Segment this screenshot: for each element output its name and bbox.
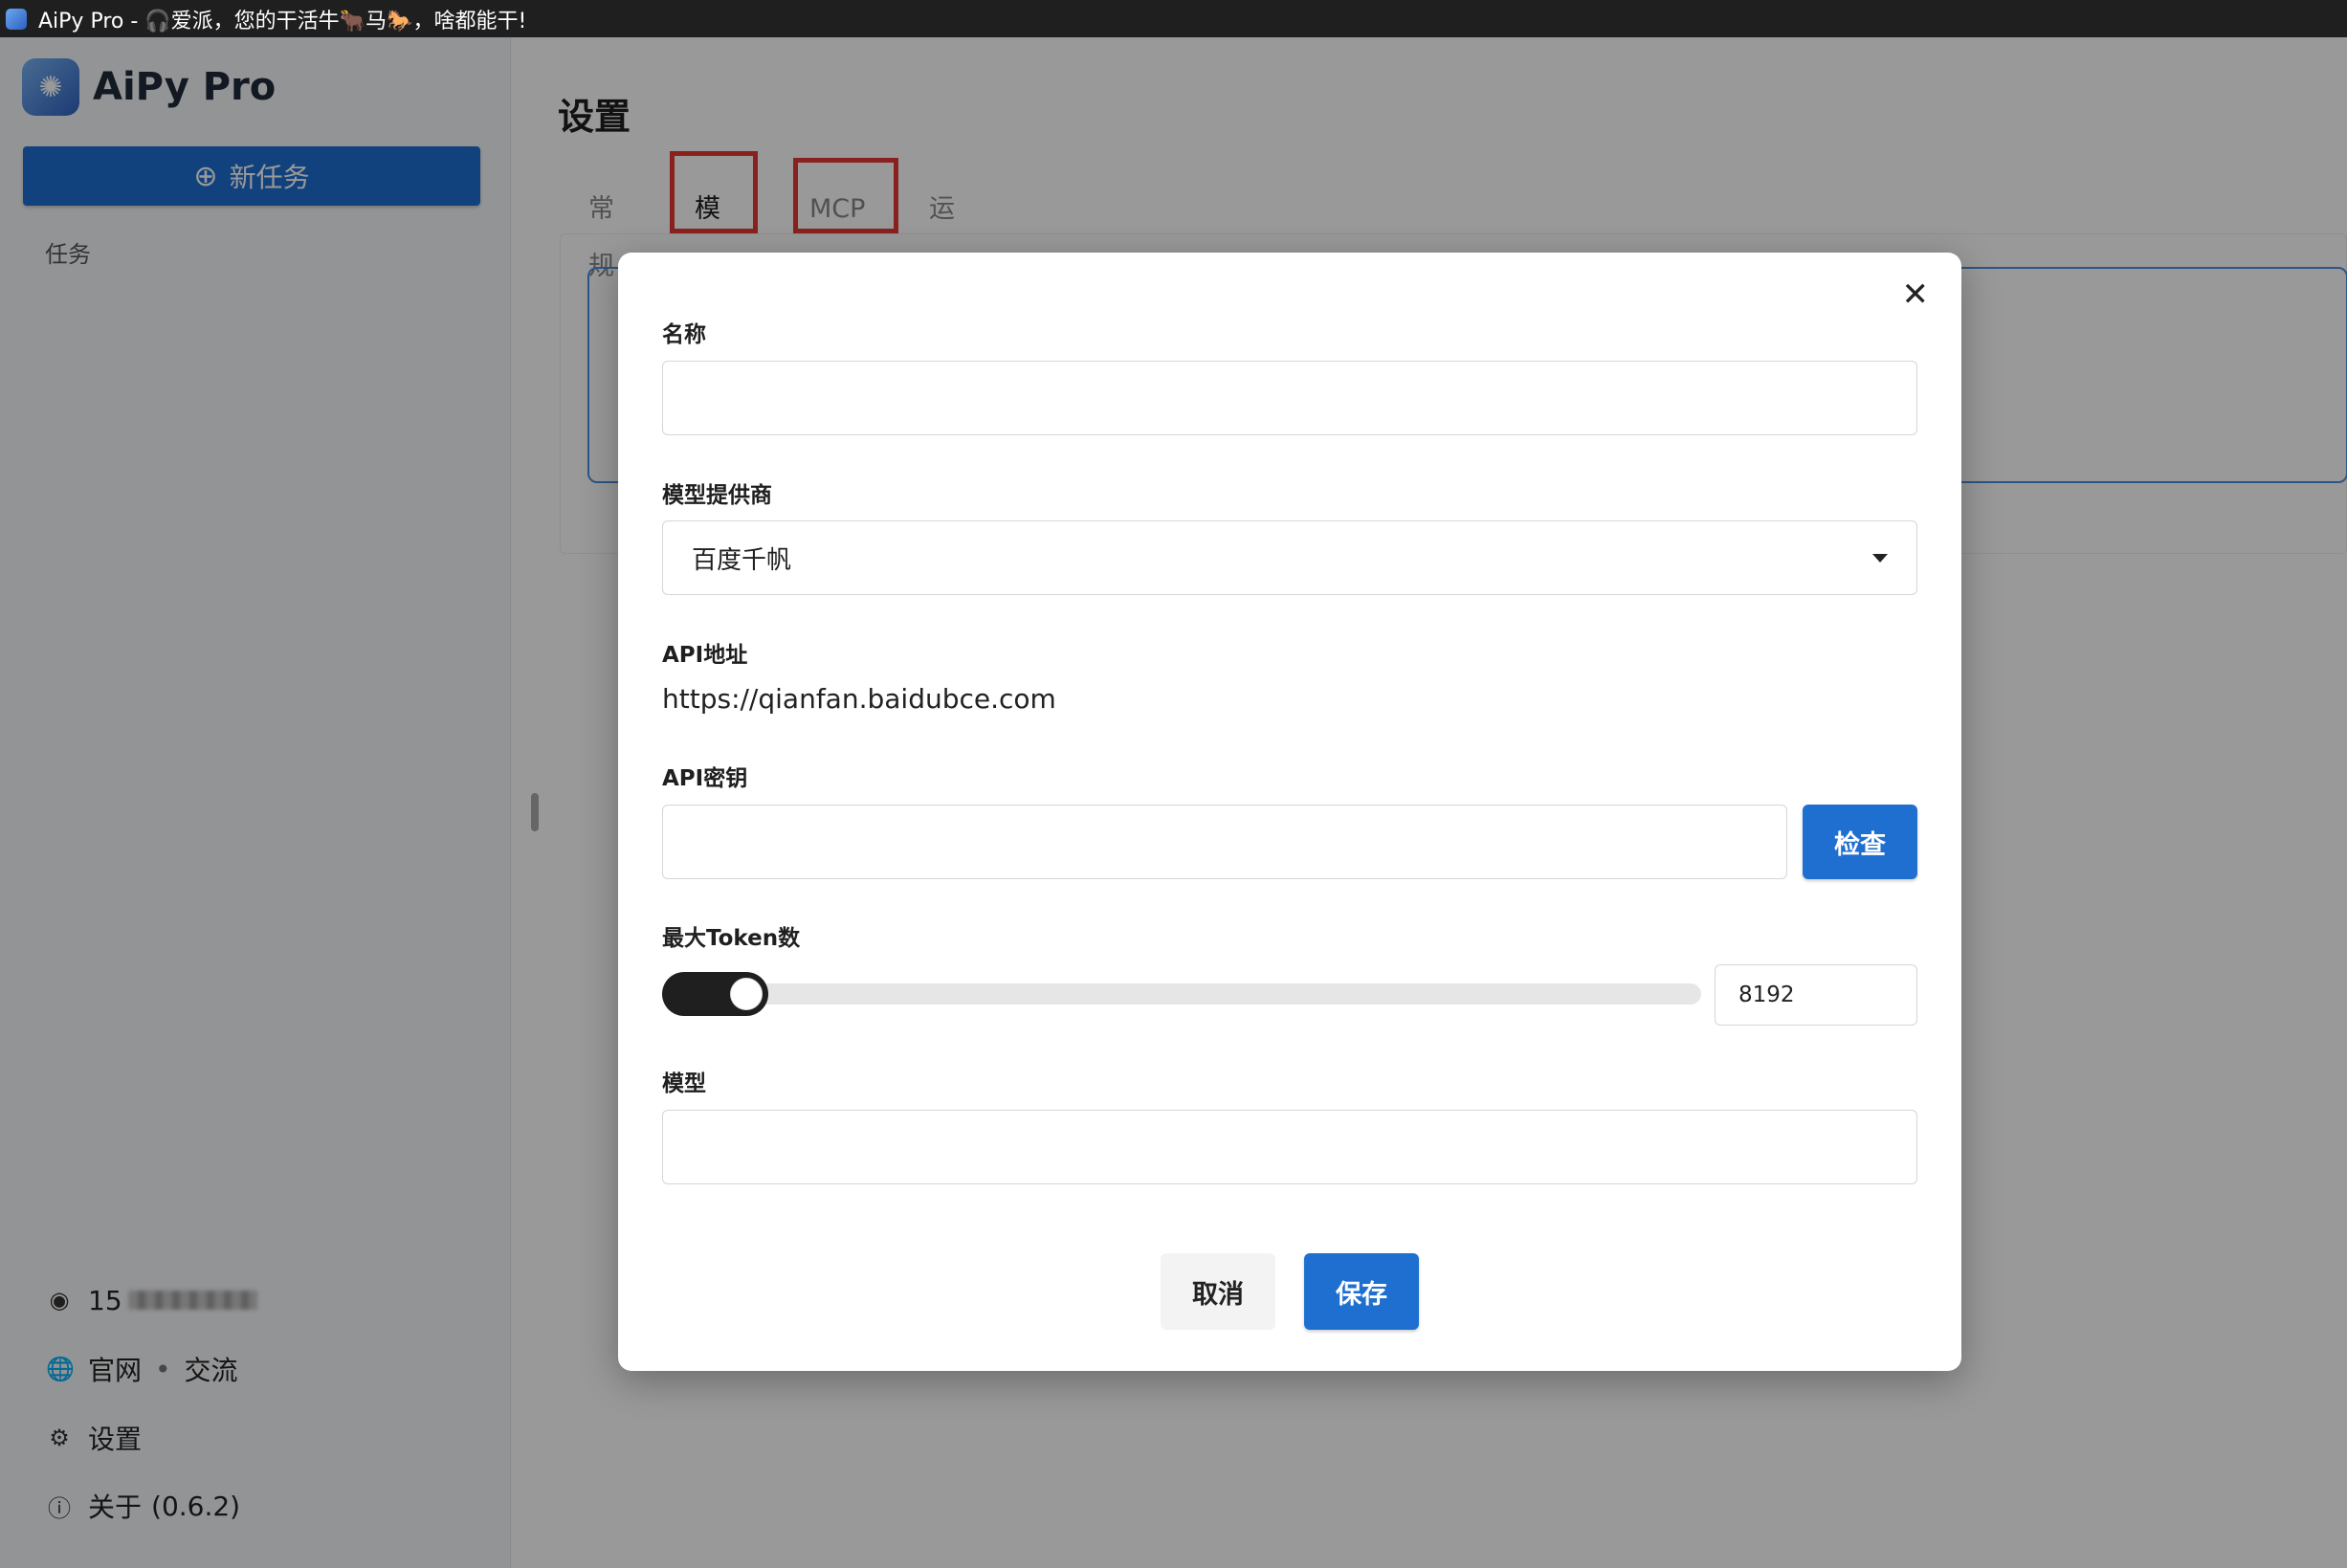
api-key-label: API密钥 xyxy=(662,766,748,791)
max-tokens-input[interactable]: 8192 xyxy=(1715,964,1917,1026)
model-config-dialog: ✕ 名称 模型提供商 百度千帆 API地址 https://qianfan.ba… xyxy=(618,253,1961,1371)
window-title: AiPy Pro - 🎧爱派，您的干活牛🐂马🐎，啥都能干! xyxy=(38,9,527,33)
slider-thumb[interactable] xyxy=(730,978,763,1010)
provider-label: 模型提供商 xyxy=(662,483,772,508)
api-key-input[interactable] xyxy=(662,805,1787,879)
api-url-label: API地址 xyxy=(662,643,748,668)
save-button[interactable]: 保存 xyxy=(1304,1253,1419,1330)
window-titlebar: AiPy Pro - 🎧爱派，您的干活牛🐂马🐎，啥都能干! xyxy=(0,0,2347,37)
model-input[interactable] xyxy=(662,1110,1917,1184)
model-label: 模型 xyxy=(662,1071,706,1096)
max-tokens-slider[interactable] xyxy=(662,972,1701,1016)
max-tokens-label: 最大Token数 xyxy=(662,926,801,951)
provider-select[interactable]: 百度千帆 xyxy=(662,520,1917,595)
name-label: 名称 xyxy=(662,322,706,347)
provider-value: 百度千帆 xyxy=(692,545,792,575)
chevron-down-icon xyxy=(1872,553,1888,563)
api-url-value: https://qianfan.baidubce.com xyxy=(662,683,1056,715)
name-input[interactable] xyxy=(662,361,1917,435)
app-icon xyxy=(6,8,27,30)
cancel-button[interactable]: 取消 xyxy=(1161,1253,1275,1330)
close-icon[interactable]: ✕ xyxy=(1902,276,1930,314)
check-button[interactable]: 检查 xyxy=(1803,805,1917,879)
